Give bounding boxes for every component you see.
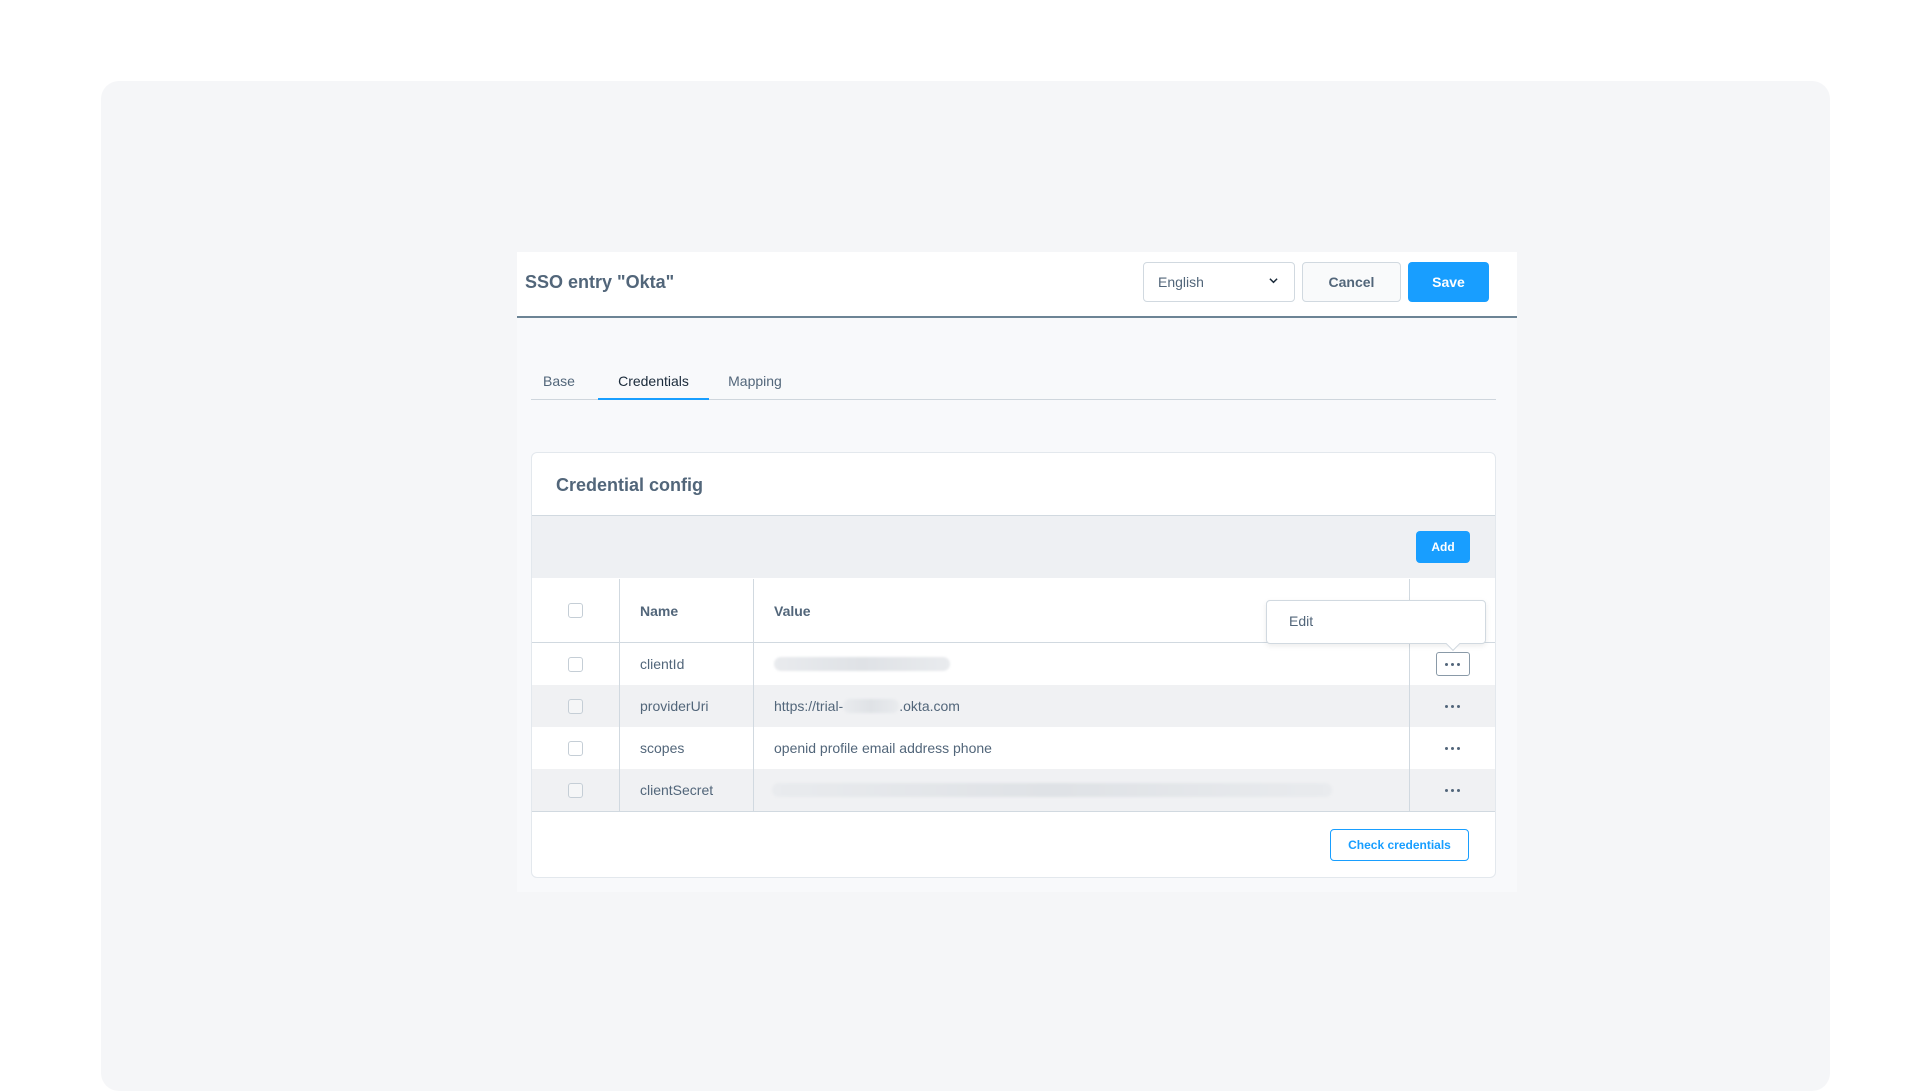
chevron-down-icon (1269, 278, 1278, 284)
row-value-prefix: https://trial- (774, 698, 844, 714)
row-value: https://trial- .okta.com (754, 685, 1410, 727)
select-all-cell (532, 579, 620, 642)
redacted-value (772, 783, 1332, 797)
context-menu-edit[interactable]: Edit (1289, 613, 1313, 629)
credential-config-card: Credential config Add Name Value clientI… (531, 452, 1496, 878)
row-name: clientId (620, 643, 754, 685)
redacted-value (774, 657, 950, 671)
row-value: openid profile email address phone (754, 727, 1410, 769)
row-name: providerUri (620, 685, 754, 727)
table-row: clientSecret (532, 769, 1495, 811)
card-title: Credential config (556, 475, 704, 495)
row-name: clientSecret (620, 769, 754, 811)
row-select-cell (532, 643, 620, 685)
row-context-menu: Edit (1266, 600, 1486, 652)
add-button[interactable]: Add (1416, 531, 1470, 563)
row-value-suffix: .okta.com (899, 698, 960, 714)
column-header-name[interactable]: Name (620, 579, 754, 642)
more-horizontal-icon[interactable] (1436, 778, 1470, 802)
row-actions-cell (1410, 769, 1495, 811)
tab-mapping[interactable]: Mapping (709, 362, 801, 400)
row-value (754, 643, 1410, 685)
row-name: scopes (620, 727, 754, 769)
row-actions-cell (1410, 727, 1495, 769)
row-checkbox[interactable] (568, 740, 583, 756)
check-credentials-button[interactable]: Check credentials (1330, 829, 1469, 861)
sso-entry-modal: SSO entry "Okta" English Cancel Save Bas… (517, 252, 1517, 892)
more-horizontal-icon[interactable] (1436, 694, 1470, 718)
table-row: clientId (532, 643, 1495, 685)
row-select-cell (532, 727, 620, 769)
row-select-cell (532, 685, 620, 727)
table-row: scopes openid profile email address phon… (532, 727, 1495, 769)
row-select-cell (532, 769, 620, 811)
redacted-value (843, 699, 900, 713)
modal-header: SSO entry "Okta" English Cancel Save (517, 252, 1517, 318)
row-actions-cell (1410, 685, 1495, 727)
table-row: providerUri https://trial- .okta.com (532, 685, 1495, 727)
tab-base[interactable]: Base (531, 362, 587, 400)
language-select-value: English (1158, 274, 1204, 290)
language-select[interactable]: English (1143, 262, 1295, 302)
tab-credentials[interactable]: Credentials (598, 362, 709, 400)
row-checkbox[interactable] (568, 656, 583, 672)
more-horizontal-icon[interactable] (1436, 736, 1470, 760)
page-title: SSO entry "Okta" (525, 272, 675, 292)
more-horizontal-icon[interactable] (1435, 652, 1470, 676)
cancel-button[interactable]: Cancel (1302, 262, 1401, 302)
divider (532, 811, 1495, 812)
grid-toolbar: Add (532, 516, 1495, 578)
row-checkbox[interactable] (568, 782, 583, 798)
select-all-checkbox[interactable] (568, 603, 583, 618)
save-button[interactable]: Save (1408, 262, 1489, 302)
tab-bar: Base Credentials Mapping (531, 362, 1496, 400)
row-checkbox[interactable] (568, 698, 583, 714)
row-value (754, 769, 1410, 811)
